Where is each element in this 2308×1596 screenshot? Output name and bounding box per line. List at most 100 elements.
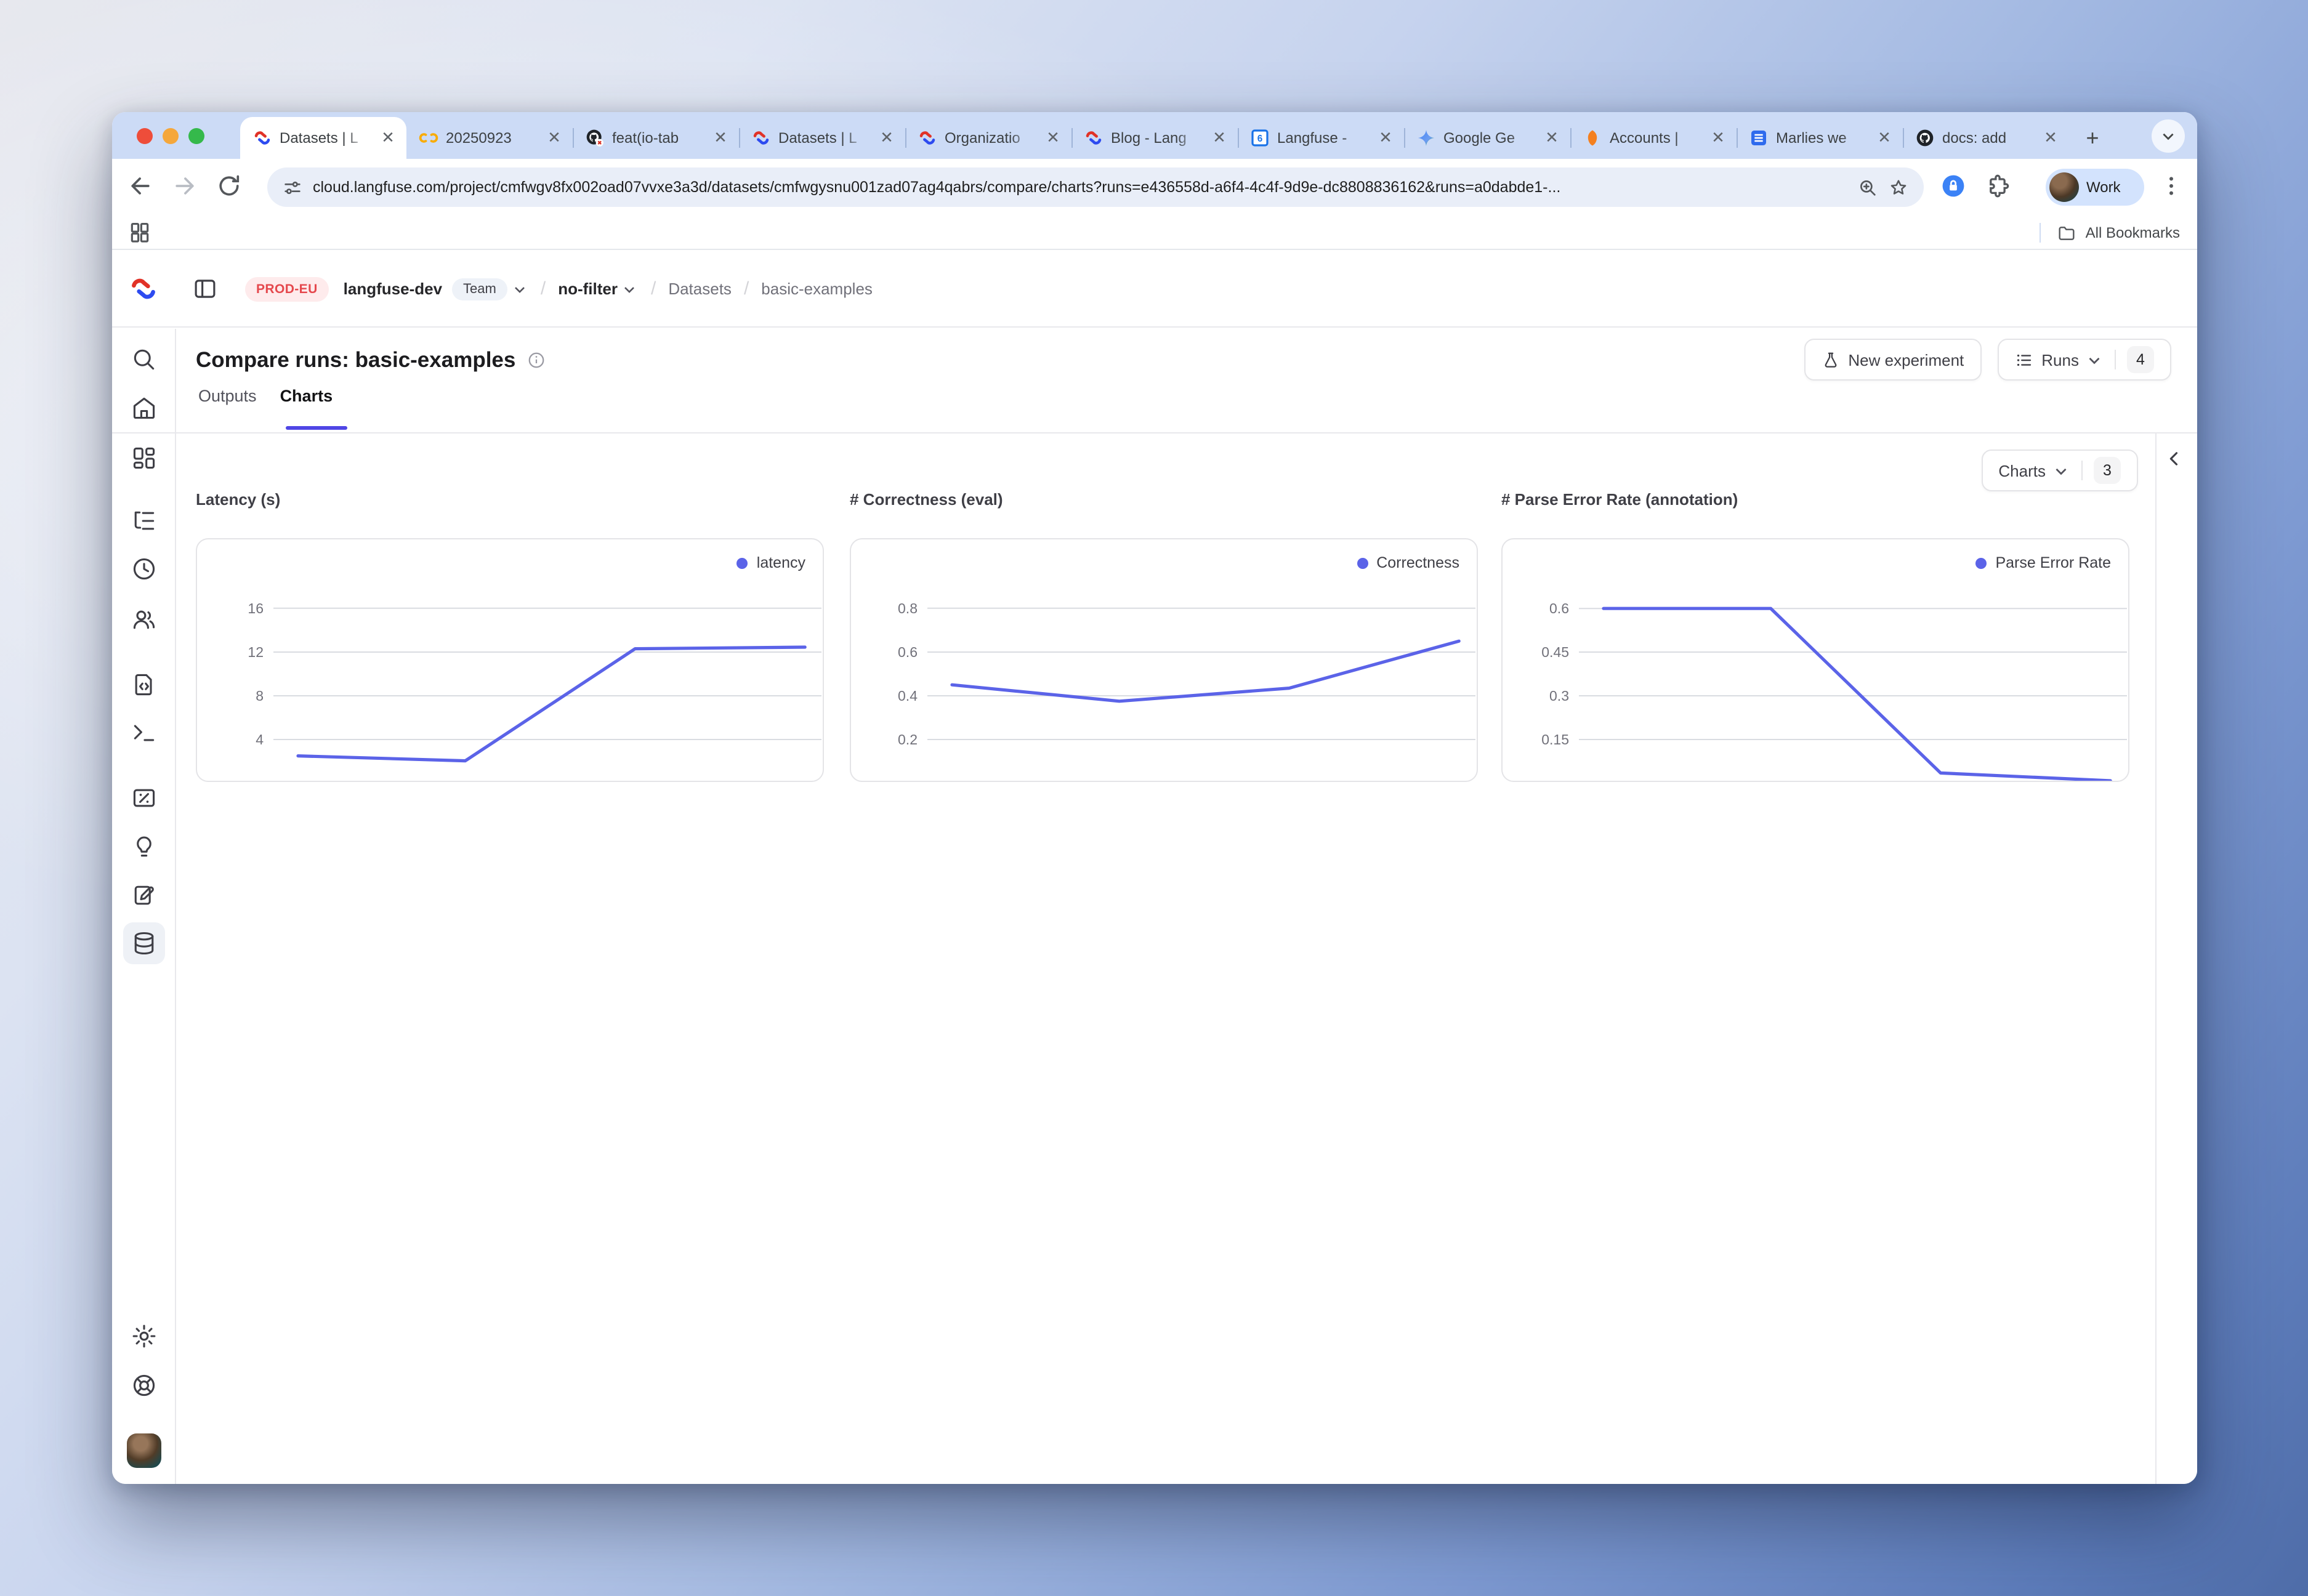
browser-menu-button[interactable] xyxy=(2159,174,2184,198)
breadcrumb-dataset-name[interactable]: basic-examples xyxy=(761,280,873,298)
new-experiment-button[interactable]: New experiment xyxy=(1804,339,1981,381)
close-tab-icon[interactable]: ✕ xyxy=(1542,128,1562,148)
sidebar-item-scores[interactable] xyxy=(131,784,158,812)
line-chart: 0.60.450.30.15 xyxy=(1503,539,2129,782)
tab-search-button[interactable] xyxy=(2152,119,2185,153)
svg-text:12: 12 xyxy=(248,644,264,660)
close-window-button[interactable] xyxy=(137,128,153,144)
project-name[interactable]: no-filter xyxy=(558,280,618,298)
sidebar-item-insights[interactable] xyxy=(131,832,158,860)
chevron-down-icon[interactable] xyxy=(621,280,639,297)
reload-button[interactable] xyxy=(216,172,245,202)
close-tab-icon[interactable]: ✕ xyxy=(1043,128,1063,148)
langfuse-favicon-icon xyxy=(751,128,771,148)
chart-card[interactable]: 0.80.60.40.2Correctness xyxy=(850,538,1478,782)
runs-count-badge: 4 xyxy=(2127,346,2154,373)
chart-title: Latency (s) xyxy=(196,490,824,515)
site-settings-icon[interactable] xyxy=(282,177,303,198)
svg-text:0.2: 0.2 xyxy=(898,732,918,748)
apps-grid-icon[interactable] xyxy=(128,220,151,244)
sidebar-item-dashboards[interactable] xyxy=(131,445,158,472)
browser-tab-1[interactable]: Datasets | L✕ xyxy=(240,117,406,159)
new-tab-button[interactable]: + xyxy=(2078,123,2107,153)
chart-card[interactable]: 0.60.450.30.15Parse Error Rate xyxy=(1501,538,2129,782)
maximize-window-button[interactable] xyxy=(188,128,204,144)
user-avatar[interactable] xyxy=(127,1433,161,1468)
new-experiment-label: New experiment xyxy=(1848,350,1964,369)
close-tab-icon[interactable]: ✕ xyxy=(2041,128,2060,148)
browser-tab-6[interactable]: Blog - Lang ✕ xyxy=(1071,117,1238,159)
chevron-down-icon xyxy=(2052,461,2070,480)
close-tab-icon[interactable]: ✕ xyxy=(378,128,398,148)
chevron-down-icon[interactable] xyxy=(511,280,528,297)
browser-tab-5[interactable]: Organizatio ✕ xyxy=(905,117,1071,159)
close-tab-icon[interactable]: ✕ xyxy=(877,128,897,148)
password-extension-icon[interactable] xyxy=(1940,172,1967,200)
close-tab-icon[interactable]: ✕ xyxy=(1874,128,1894,148)
extensions-button[interactable] xyxy=(1985,172,2012,200)
langfuse-favicon-icon xyxy=(918,128,937,148)
app-sidebar xyxy=(112,329,176,1484)
runs-label: Runs xyxy=(2041,350,2079,369)
org-name[interactable]: langfuse-dev xyxy=(344,280,442,298)
browser-tab-4[interactable]: Datasets | L✕ xyxy=(739,117,905,159)
zoom-icon[interactable] xyxy=(1857,177,1878,198)
line-chart: 0.80.60.40.2 xyxy=(851,539,1478,782)
forward-button[interactable] xyxy=(171,172,201,202)
close-tab-icon[interactable]: ✕ xyxy=(711,128,730,148)
svg-text:16: 16 xyxy=(248,600,264,616)
bookmark-star-icon[interactable] xyxy=(1888,177,1909,198)
back-button[interactable] xyxy=(127,172,156,202)
svg-text:4: 4 xyxy=(256,732,264,748)
sidebar-item-sessions[interactable] xyxy=(131,555,158,582)
url-text[interactable]: cloud.langfuse.com/project/cmfwgv8fx002o… xyxy=(313,179,1847,196)
browser-tab-9[interactable]: Accounts |✕ xyxy=(1570,117,1737,159)
desktop: Datasets | L✕20250923✕feat(io-tab✕Datase… xyxy=(0,0,2308,1596)
chart-legend: Correctness xyxy=(1357,554,1459,571)
tab-title: Organizatio xyxy=(945,129,1036,147)
sidebar-item-support[interactable] xyxy=(131,1372,158,1399)
close-tab-icon[interactable]: ✕ xyxy=(1209,128,1229,148)
browser-tab-11[interactable]: docs: add✕ xyxy=(1903,117,2069,159)
sidebar-toggle-icon[interactable] xyxy=(192,276,218,302)
sidebar-item-settings[interactable] xyxy=(131,1323,158,1350)
browser-tab-8[interactable]: Google Ge✕ xyxy=(1404,117,1570,159)
sidebar-item-home[interactable] xyxy=(131,394,158,421)
browser-tab-2[interactable]: 20250923✕ xyxy=(406,117,573,159)
close-tab-icon[interactable]: ✕ xyxy=(1376,128,1395,148)
legend-dot-icon xyxy=(1357,557,1368,568)
info-icon[interactable] xyxy=(527,350,545,369)
all-bookmarks-button[interactable]: All Bookmarks xyxy=(2040,216,2180,250)
svg-text:6: 6 xyxy=(1257,134,1263,144)
langfuse-favicon-icon xyxy=(1084,128,1104,148)
sidebar-item-search[interactable] xyxy=(131,346,158,373)
folder-icon xyxy=(2057,223,2077,243)
datasets-icon xyxy=(131,930,158,957)
url-bar[interactable]: cloud.langfuse.com/project/cmfwgv8fx002o… xyxy=(267,167,1924,207)
charts-dropdown-button[interactable]: Charts 3 xyxy=(1981,449,2138,491)
minimize-window-button[interactable] xyxy=(163,128,179,144)
close-tab-icon[interactable]: ✕ xyxy=(544,128,564,148)
sidebar-item-prompts[interactable] xyxy=(131,671,158,698)
sidebar-item-datasets[interactable] xyxy=(131,930,158,957)
close-tab-icon[interactable]: ✕ xyxy=(1708,128,1728,148)
svg-text:8: 8 xyxy=(256,688,264,704)
browser-tab-3[interactable]: feat(io-tab✕ xyxy=(573,117,739,159)
sidebar-item-users[interactable] xyxy=(131,606,158,633)
chart-card[interactable]: 161284latency xyxy=(196,538,824,782)
browser-profile-button[interactable]: Work xyxy=(2046,169,2144,206)
runs-dropdown-button[interactable]: Runs 4 xyxy=(1997,339,2171,381)
breadcrumb-datasets[interactable]: Datasets xyxy=(668,280,732,298)
divider xyxy=(2115,350,2116,369)
collapse-panel-button[interactable] xyxy=(2164,448,2185,469)
sidebar-item-annotation[interactable] xyxy=(131,882,158,909)
puzzle-icon xyxy=(1985,172,2012,200)
browser-tab-7[interactable]: 6Langfuse -✕ xyxy=(1238,117,1404,159)
tab-title: Blog - Lang xyxy=(1111,129,1202,147)
sidebar-item-playground[interactable] xyxy=(131,719,158,746)
tab-outputs[interactable]: Outputs xyxy=(198,387,257,420)
tab-charts[interactable]: Charts xyxy=(280,387,333,420)
tab-title: Marlies we xyxy=(1776,129,1867,147)
sidebar-item-tracing[interactable] xyxy=(131,507,158,534)
browser-tab-10[interactable]: Marlies we ✕ xyxy=(1737,117,1903,159)
